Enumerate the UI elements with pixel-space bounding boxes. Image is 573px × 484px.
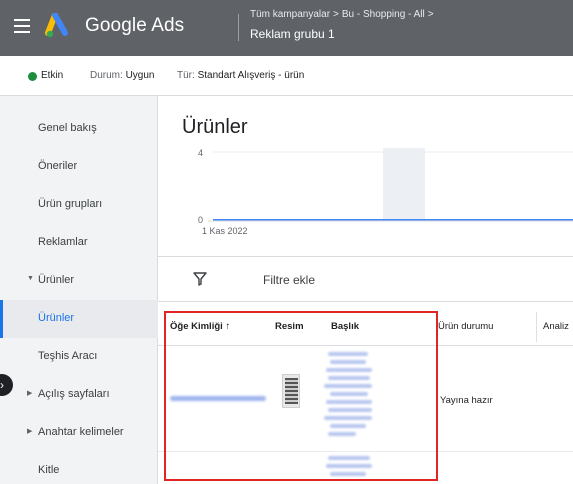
filter-bar: Filtre ekle xyxy=(158,256,573,302)
sidebar-item-label: Teşhis Aracı xyxy=(38,350,98,362)
blurred-text-line xyxy=(330,392,368,396)
chart-y-tick-top: 4 xyxy=(198,148,203,158)
caret-right-icon: ▶ xyxy=(27,390,33,397)
add-filter-button[interactable]: Filtre ekle xyxy=(263,273,315,287)
blurred-item-id[interactable] xyxy=(170,396,266,401)
status-state-label: Durum: xyxy=(90,70,123,81)
blurred-text-line xyxy=(330,424,366,428)
product-image-pattern xyxy=(285,378,298,404)
blurred-text-line xyxy=(328,408,372,412)
blurred-text-line xyxy=(328,456,370,460)
sidebar-item-overview[interactable]: Genel bakış xyxy=(0,110,158,148)
sidebar-item-audience[interactable]: Kitle xyxy=(0,452,158,484)
sidebar-item-keywords[interactable]: ▶ Anahtar kelimeler xyxy=(0,414,158,452)
sidebar-item-label: Ürünler xyxy=(38,274,75,286)
performance-chart: 4 0 1 Kas 2022 xyxy=(198,148,573,236)
sidebar-item-label: Reklamlar xyxy=(38,236,88,248)
sidebar: Genel bakış Öneriler Ürün grupları Rekla… xyxy=(0,96,158,484)
brand-title: Google Ads xyxy=(85,15,185,36)
status-state-value: Uygun xyxy=(125,70,155,81)
status-state: Durum: Uygun xyxy=(90,70,154,81)
chart-hover-band xyxy=(383,148,425,220)
menu-icon[interactable] xyxy=(14,19,30,33)
table-row[interactable]: Yayına hazır xyxy=(158,346,573,452)
sidebar-item-label: Ürün grupları xyxy=(38,198,103,210)
blurred-text-line xyxy=(326,400,372,404)
column-header-status[interactable]: Ürün durumu xyxy=(438,321,493,332)
filter-icon[interactable] xyxy=(193,272,207,286)
blurred-text-line xyxy=(326,368,372,372)
table-header: Öğe Kimliği ↑ Resim Başlık Ürün durumu A… xyxy=(158,308,573,346)
status-row: Etkin Durum: Uygun Tür: Standart Alışver… xyxy=(0,56,573,96)
chart-y-tick-bottom: 0 xyxy=(198,215,203,225)
blurred-text-line xyxy=(326,464,372,468)
sidebar-item-label: Genel bakış xyxy=(38,122,97,134)
sidebar-item-product-groups[interactable]: Ürün grupları xyxy=(0,186,158,224)
top-app-bar: Google Ads Tüm kampanyalar > Bu - Shopping… xyxy=(0,0,573,56)
sidebar-item-ads[interactable]: Reklamlar xyxy=(0,224,158,262)
sidebar-item-label: Açılış sayfaları xyxy=(38,388,110,400)
column-header-analysis[interactable]: Analiz xyxy=(543,321,569,332)
table-row[interactable] xyxy=(158,452,573,484)
status-dot-icon xyxy=(28,72,37,81)
sidebar-item-label: Kitle xyxy=(38,464,60,476)
sidebar-item-diagnostics[interactable]: Teşhis Aracı xyxy=(0,338,158,376)
column-divider xyxy=(536,312,537,342)
sidebar-item-products-section[interactable]: ▼ Ürünler xyxy=(0,262,158,300)
blurred-text-line xyxy=(328,352,368,356)
chevron-right-icon: > xyxy=(427,9,434,20)
caret-down-icon: ▼ xyxy=(27,275,34,282)
blurred-text-line xyxy=(330,472,366,476)
status-type-value: Standart Alışveriş - ürün xyxy=(197,70,305,81)
breadcrumb-campaign[interactable]: Bu - Shopping - All xyxy=(342,9,425,20)
chevron-right-icon: > xyxy=(333,9,339,20)
blurred-text-line xyxy=(330,360,366,364)
adgroup-title[interactable]: Reklam grubu 1 xyxy=(250,27,335,41)
status-type-label: Tür: xyxy=(177,70,195,81)
blurred-text-line xyxy=(324,416,372,420)
page-title: Ürünler xyxy=(182,116,248,138)
column-header-title[interactable]: Başlık xyxy=(331,321,359,332)
product-image xyxy=(282,374,300,408)
sidebar-item-products[interactable]: Ürünler xyxy=(0,300,158,338)
status-type: Tür: Standart Alışveriş - ürün xyxy=(177,70,304,81)
blurred-text-line xyxy=(328,376,370,380)
blurred-text-line xyxy=(328,432,356,436)
product-status: Yayına hazır xyxy=(440,395,493,406)
chart-x-label: 1 Kas 2022 xyxy=(202,226,248,236)
blurred-text-line xyxy=(324,384,372,388)
arrow-up-icon: ↑ xyxy=(225,321,231,332)
status-active[interactable]: Etkin xyxy=(41,70,63,81)
column-header-label: Öğe Kimliği xyxy=(170,321,223,332)
sidebar-item-landing-pages[interactable]: ▶ Açılış sayfaları xyxy=(0,376,158,414)
sidebar-item-recommendations[interactable]: Öneriler xyxy=(0,148,158,186)
breadcrumb: Tüm kampanyalar > Bu - Shopping - All > xyxy=(250,9,437,20)
header-divider xyxy=(238,14,239,41)
sidebar-item-label: Öneriler xyxy=(38,160,78,172)
sidebar-item-label: Ürünler xyxy=(38,312,75,324)
caret-right-icon: ▶ xyxy=(27,428,33,435)
sidebar-item-label: Anahtar kelimeler xyxy=(38,426,124,438)
column-header-item-id[interactable]: Öğe Kimliği ↑ xyxy=(170,321,230,332)
google-ads-logo-icon[interactable] xyxy=(45,13,75,39)
breadcrumb-campaigns[interactable]: Tüm kampanyalar xyxy=(250,9,330,20)
column-header-image[interactable]: Resim xyxy=(275,321,304,332)
